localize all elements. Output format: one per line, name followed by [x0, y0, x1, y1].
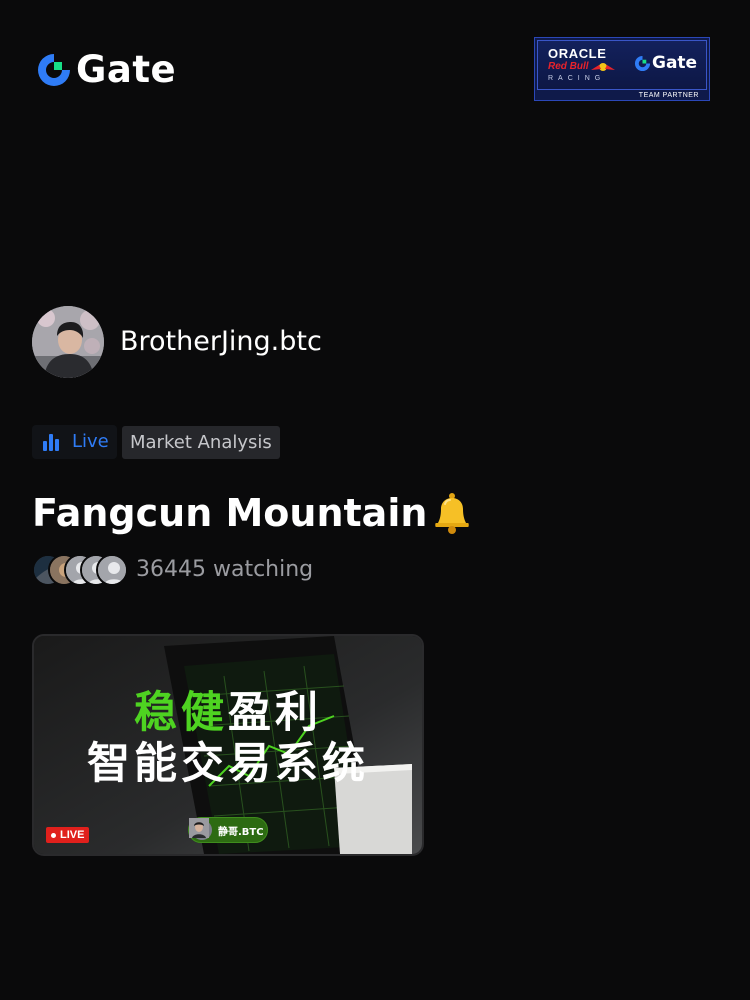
live-bars-icon: [43, 434, 59, 451]
host-avatar[interactable]: [32, 306, 104, 378]
brand-name: Gate: [76, 48, 177, 91]
headline-white: 盈利: [228, 688, 322, 738]
stream-title[interactable]: Fangcun Mountain: [32, 488, 475, 538]
live-tag-label: Live: [72, 431, 109, 452]
viewer-avatars: [32, 553, 132, 587]
redbull-bulls-icon: [591, 63, 615, 71]
gate-logo-icon: [634, 55, 651, 71]
partner-footer: TEAM PARTNER: [638, 92, 699, 99]
chip-avatar: [189, 818, 212, 840]
chip-host-name: 静哥.BTC: [218, 826, 264, 838]
thumbnail-headline: 稳健盈利: [34, 688, 422, 738]
partner-oracle-text: ORACLE: [548, 46, 607, 61]
host-name[interactable]: BrotherJing.btc: [120, 326, 322, 358]
team-partner-badge: ORACLE Red Bull RACING Gate TEAM PARTNER: [534, 37, 710, 101]
stream-thumbnail-card[interactable]: 稳健盈利 智能交易系统 LIVE 静哥.BTC: [32, 634, 424, 856]
headline-green: 稳健: [134, 688, 228, 738]
live-badge: LIVE: [46, 827, 90, 843]
live-tag: Live: [32, 425, 117, 459]
partner-racing-text: RACING: [548, 75, 606, 82]
thumbnail-subline: 智能交易系统: [87, 739, 369, 789]
viewer-avatar: [96, 554, 128, 586]
user-photo-icon: [32, 306, 104, 378]
stream-title-text: Fangcun Mountain: [32, 491, 428, 535]
default-user-icon: [98, 556, 126, 584]
gate-logo-icon: [38, 54, 70, 86]
watching-count: 36445 watching: [136, 557, 314, 582]
category-tag[interactable]: Market Analysis: [122, 426, 280, 459]
thumbnail-host-chip: 静哥.BTC: [188, 817, 268, 843]
partner-gate-text: Gate: [652, 53, 698, 73]
gate-logo[interactable]: Gate: [36, 50, 176, 90]
live-dot-icon: [51, 832, 56, 838]
partner-redbull-text: Red Bull: [548, 61, 589, 72]
bell-icon: [435, 493, 470, 534]
partner-gate-logo: Gate: [634, 53, 697, 73]
live-badge-text: LIVE: [60, 829, 85, 841]
